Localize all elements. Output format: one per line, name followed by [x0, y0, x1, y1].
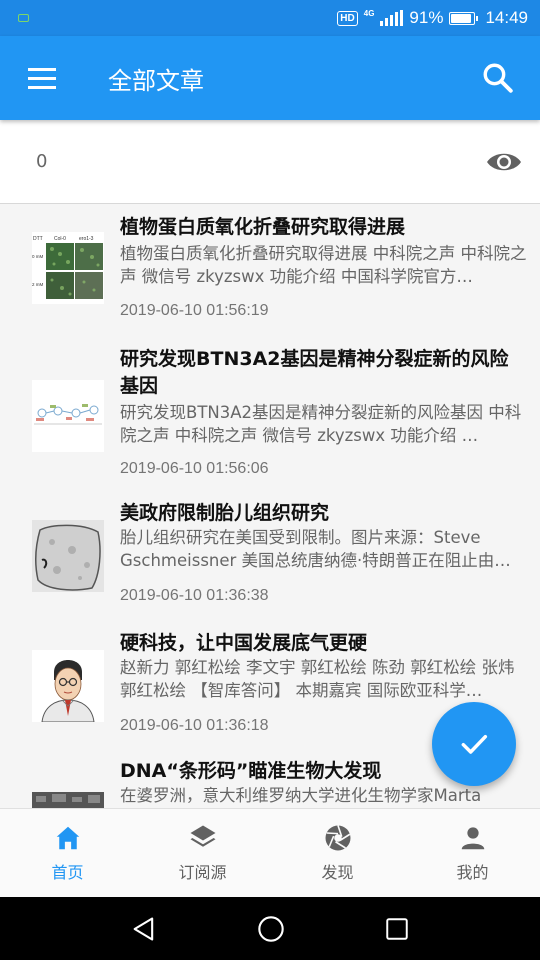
- menu-icon: [28, 62, 56, 95]
- article-title: 研究发现BTN3A2基因是精神分裂症新的风险基因: [120, 348, 509, 397]
- eye-icon: [487, 153, 521, 170]
- battery-percent: 91%: [409, 8, 444, 27]
- battery-level: [451, 13, 471, 23]
- thumb-label-2mm: 2 mM: [32, 282, 44, 287]
- layers-icon: [190, 825, 215, 847]
- nav-label-subscriptions: 订阅源: [178, 863, 227, 882]
- search-button[interactable]: [456, 36, 540, 120]
- home-icon: [56, 826, 79, 850]
- notification-icon: [18, 14, 29, 22]
- list-item[interactable]: DTT Col-0 ero1-3 0 mM 2 mM 植物蛋白质氧化折叠研究取得…: [0, 205, 540, 337]
- camera-aperture-icon: [325, 825, 350, 851]
- thumb-label-0mm: 0 mM: [32, 254, 44, 259]
- unread-count: 0: [36, 151, 48, 172]
- signal-icon: [380, 10, 404, 26]
- nav-label-discover: 发现: [321, 863, 354, 882]
- nav-item-discover[interactable]: 发现: [270, 809, 405, 897]
- app-bar: 全部文章: [0, 36, 540, 120]
- status-right: HD 4G 91% 14:49: [337, 8, 528, 28]
- menu-button[interactable]: [0, 36, 84, 120]
- network-type: 4G: [363, 9, 375, 18]
- hd-icon: HD: [337, 10, 358, 26]
- bottom-navigation: 首页 订阅源 发现 我的: [0, 808, 540, 897]
- nav-label-profile: 我的: [456, 863, 489, 882]
- article-summary: 植物蛋白质氧化折叠研究取得进展 中科院之声 中科院之声 微信号 zkyzswx …: [120, 244, 527, 286]
- thumb-label-dtt: DTT: [33, 236, 43, 242]
- thumb-label-ero: ero1-3: [79, 236, 94, 242]
- status-left: [18, 14, 29, 22]
- visibility-toggle-button[interactable]: [486, 144, 522, 180]
- system-navigation-bar: [0, 897, 540, 960]
- back-icon[interactable]: [130, 915, 158, 943]
- article-thumbnail: [32, 792, 104, 808]
- article-summary: 胎儿组织研究在美国受到限制。图片来源：Steve Gschmeissner 美国…: [120, 528, 511, 570]
- article-summary: 在婆罗洲，意大利维罗纳大学进化生物学家Marta: [120, 786, 482, 805]
- article-counter-row: 0: [0, 120, 540, 204]
- list-item[interactable]: 美政府限制胎儿组织研究 胎儿组织研究在美国受到限制。图片来源：Steve Gsc…: [0, 495, 540, 625]
- nav-item-subscriptions[interactable]: 订阅源: [135, 809, 270, 897]
- article-thumbnail: [32, 650, 104, 722]
- page-title: 全部文章: [108, 66, 204, 95]
- home-circle-icon[interactable]: [257, 915, 285, 943]
- clock: 14:49: [485, 8, 528, 27]
- article-summary: 研究发现BTN3A2基因是精神分裂症新的风险基因 中科院之声 中科院之声 微信号…: [120, 403, 522, 445]
- article-thumbnail: [32, 520, 104, 592]
- article-thumbnail: [32, 380, 104, 452]
- article-date: 2019-06-10 01:56:06: [120, 460, 269, 477]
- list-item[interactable]: 研究发现BTN3A2基因是精神分裂症新的风险基因 研究发现BTN3A2基因是精神…: [0, 337, 540, 495]
- article-thumbnail: DTT Col-0 ero1-3 0 mM 2 mM: [32, 232, 104, 304]
- article-date: 2019-06-10 01:36:18: [120, 717, 269, 734]
- article-date: 2019-06-10 01:56:19: [120, 302, 269, 319]
- mark-all-read-fab[interactable]: [432, 702, 516, 786]
- nav-item-home[interactable]: 首页: [0, 809, 135, 897]
- article-title: 硬科技，让中国发展底气更硬: [120, 632, 368, 654]
- article-title: 植物蛋白质氧化折叠研究取得进展: [120, 216, 406, 238]
- status-bar: HD 4G 91% 14:49: [0, 0, 540, 36]
- thumb-label-col: Col-0: [54, 236, 66, 242]
- article-date: 2019-06-10 01:36:38: [120, 587, 269, 604]
- check-icon: [461, 734, 488, 754]
- battery-icon: [449, 11, 479, 25]
- nav-label-home: 首页: [51, 863, 84, 882]
- person-icon: [461, 827, 484, 850]
- recents-icon[interactable]: [384, 916, 410, 942]
- article-title: 美政府限制胎儿组织研究: [120, 502, 330, 524]
- search-icon: [483, 63, 513, 93]
- nav-item-profile[interactable]: 我的: [405, 809, 540, 897]
- article-summary: 赵新力 郭红松绘 李文宇 郭红松绘 陈劲 郭红松绘 张炜 郭红松绘 【智库答问】…: [120, 658, 515, 700]
